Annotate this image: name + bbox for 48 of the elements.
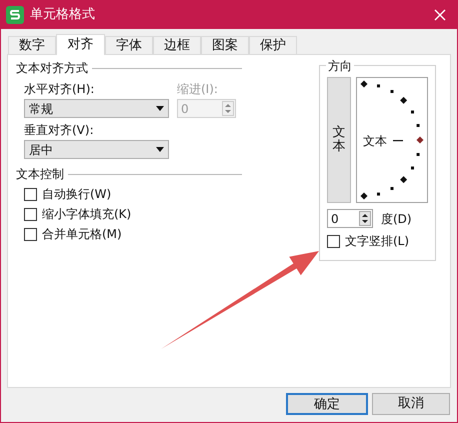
angle-marker: [360, 192, 368, 200]
tab[interactable]: 边框: [153, 36, 201, 54]
field-label: 水平对齐(H):: [24, 81, 96, 98]
field-label: 缩进(I):: [177, 81, 219, 98]
app-logo-icon: [6, 6, 24, 24]
spin-arrows-icon: [222, 101, 234, 116]
checkbox[interactable]: [24, 188, 37, 200]
tick-mark: [390, 90, 394, 93]
checkbox[interactable]: [327, 234, 340, 248]
checkbox-label: 文字竖排(L): [345, 233, 410, 250]
tab[interactable]: 保护: [249, 36, 297, 54]
angle-marker: [400, 176, 408, 184]
window-title: 单元格格式: [30, 6, 95, 24]
close-icon[interactable]: [434, 9, 446, 21]
checkbox[interactable]: [24, 228, 37, 240]
orientation-dial[interactable]: 文本: [356, 77, 428, 203]
checkbox[interactable]: [24, 208, 37, 220]
spin-arrows-icon: [359, 211, 371, 226]
checkbox-label: 合并单元格(M): [42, 226, 122, 243]
angle-marker: [360, 80, 368, 88]
tab[interactable]: 图案: [201, 36, 249, 54]
caret-icon: [156, 106, 164, 111]
dialog-button[interactable]: 取消: [372, 393, 450, 415]
tick-mark: [377, 192, 380, 196]
checkbox-label: 缩小字体填充(K): [42, 206, 132, 223]
degrees-label: 度(D): [381, 210, 412, 228]
tab[interactable]: 对齐: [56, 34, 105, 55]
tick-mark: [416, 124, 420, 127]
vertical-text-button[interactable]: 文本: [327, 77, 351, 203]
tick-mark: [411, 110, 414, 114]
checkbox-label: 自动换行(W): [42, 186, 112, 203]
dropdown[interactable]: 常规: [24, 99, 169, 118]
tick-mark: [377, 84, 380, 88]
caret-icon: [156, 147, 164, 152]
dropdown[interactable]: 居中: [24, 140, 169, 159]
field-label: 垂直对齐(V):: [24, 122, 95, 139]
tick-mark: [411, 166, 414, 170]
section-title: 文本对齐方式: [16, 60, 88, 77]
tick-mark: [390, 187, 394, 190]
dialog-button[interactable]: 确定: [286, 393, 368, 415]
angle-marker: [400, 96, 408, 104]
selected-angle-marker: [416, 136, 424, 144]
tick-mark: [416, 153, 420, 156]
spinner-field[interactable]: 0: [327, 209, 373, 228]
tab[interactable]: 数字: [8, 36, 56, 54]
section-title: 文本控制: [16, 166, 64, 183]
tab[interactable]: 字体: [105, 36, 153, 54]
sample-text: 文本: [363, 133, 387, 150]
